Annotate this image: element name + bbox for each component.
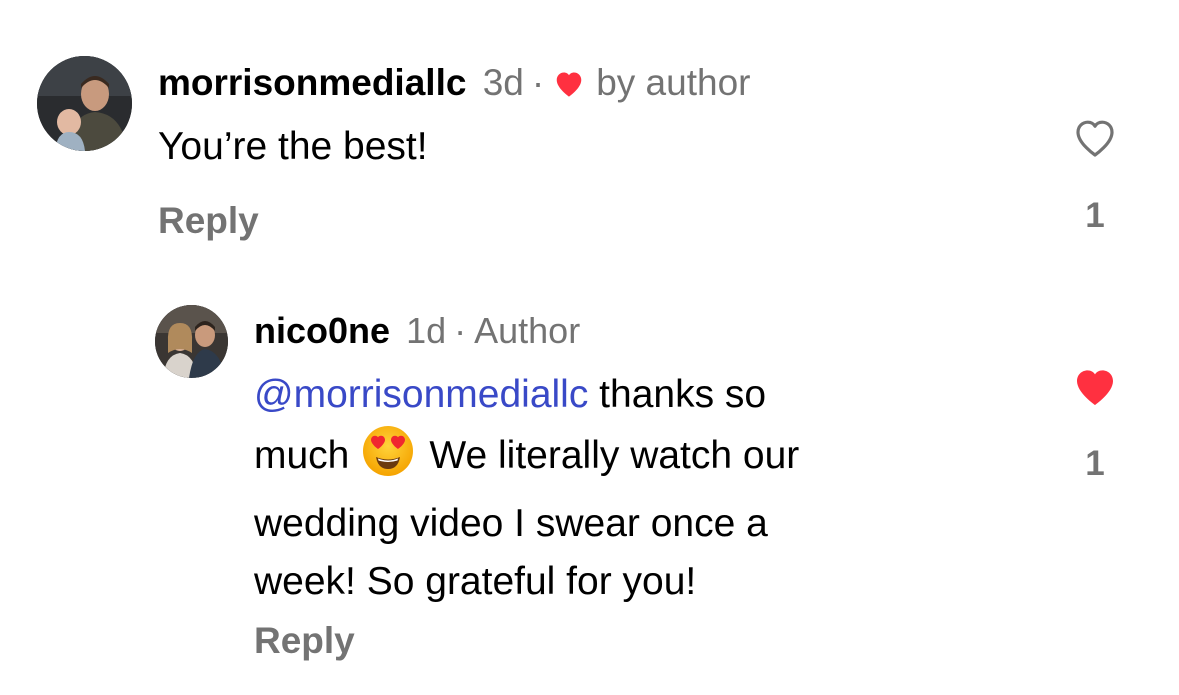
like-button[interactable] (1071, 364, 1119, 408)
comment-text-fragment: thanks so (588, 373, 767, 416)
like-count: 1 (1085, 444, 1105, 483)
comment-line-4: week! So grateful for you! (254, 560, 697, 603)
comment-nico0ne: nico0ne 1d · Author @morrisonmediallc than… (0, 0, 1179, 695)
reply-button[interactable]: Reply (254, 622, 355, 659)
heart-filled-icon (1077, 370, 1113, 405)
avatar[interactable] (155, 305, 228, 378)
separator-dot: · (454, 310, 467, 351)
comment-line-1: @morrisonmediallc thanks so (254, 366, 1014, 424)
mention-link[interactable]: @morrisonmediallc (254, 373, 588, 416)
comment-line-2: much We literally watch our (254, 424, 1014, 495)
avatar-photo-icon (155, 305, 228, 378)
author-badge: Author (474, 310, 581, 351)
comment-text: @morrisonmediallc thanks so much We lite… (254, 366, 1014, 611)
comment-text-fragment: much (254, 434, 350, 477)
comment-text-fragment: We literally watch our (429, 434, 800, 477)
heart-eyes-emoji-icon (361, 424, 415, 495)
timestamp: 1d (406, 310, 447, 351)
username[interactable]: nico0ne (254, 310, 390, 351)
comment-meta: nico0ne 1d · Author (254, 313, 580, 349)
comment-line-3: wedding video I swear once a (254, 502, 768, 545)
